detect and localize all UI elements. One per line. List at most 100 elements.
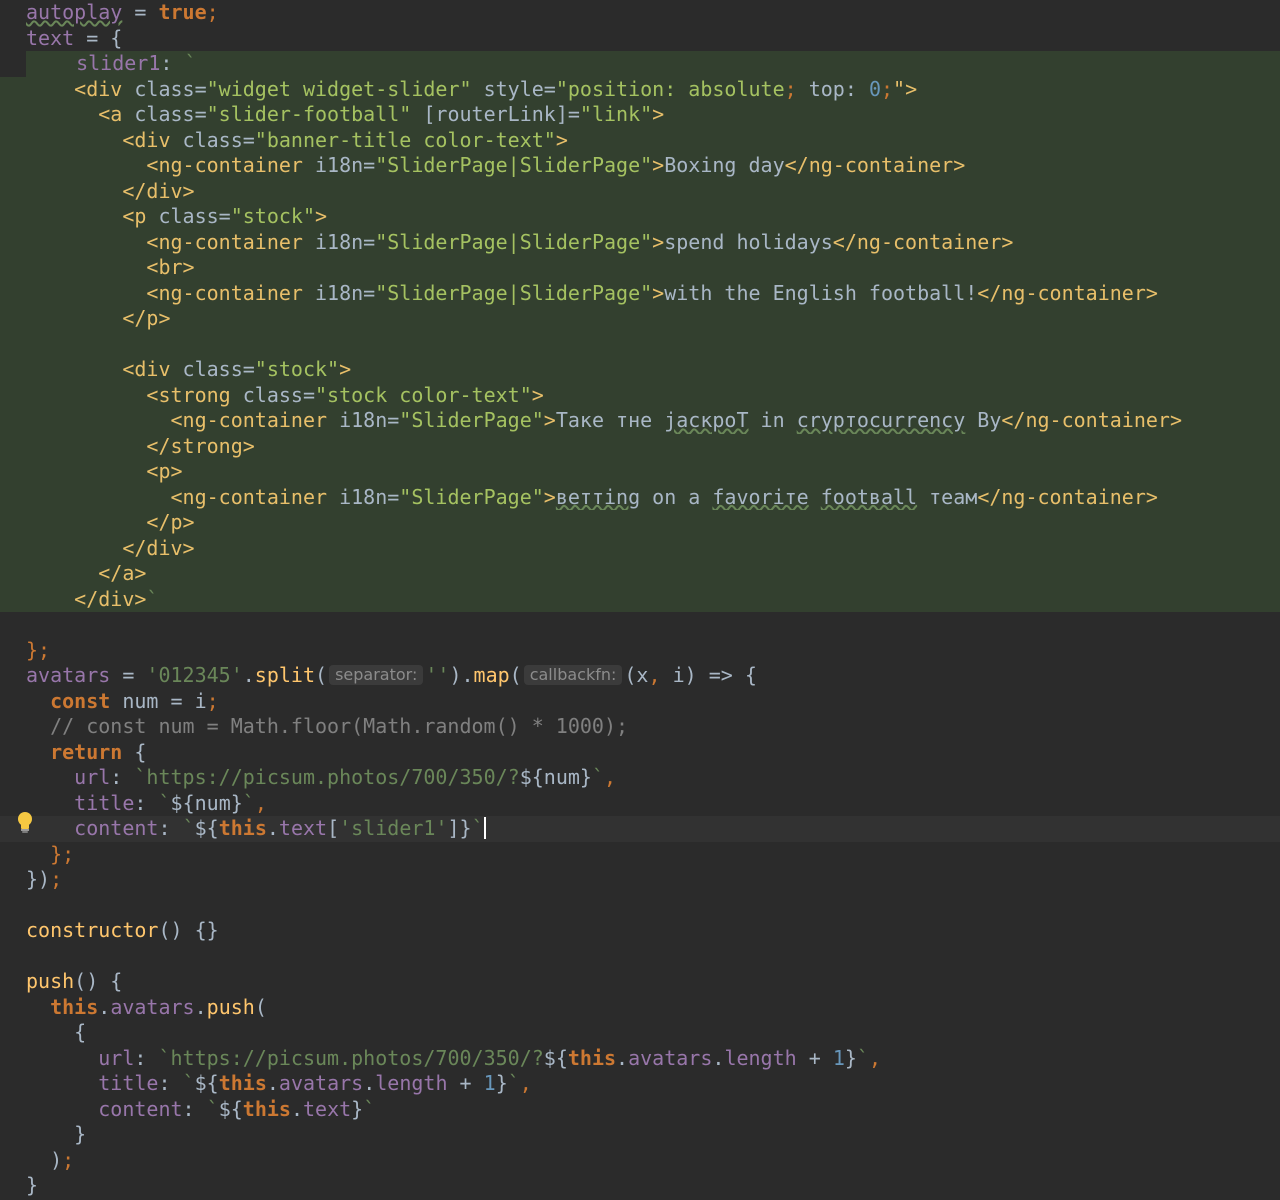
code-line[interactable]: title: `${num}`,	[0, 791, 1280, 817]
code-token: ''	[425, 663, 450, 687]
code-token: ;	[784, 76, 809, 101]
code-token: in	[748, 408, 797, 432]
lightbulb-icon[interactable]	[14, 810, 36, 834]
code-line[interactable]: slider1: `	[26, 51, 1280, 77]
code-token: `	[182, 816, 195, 840]
code-line[interactable]	[0, 893, 1280, 919]
code-token: ${	[194, 816, 219, 840]
code-line[interactable]: </p>	[0, 510, 1280, 536]
code-line[interactable]: <p>	[0, 459, 1280, 485]
code-token: i18n=	[339, 408, 400, 432]
code-token: length	[375, 1071, 448, 1095]
code-line[interactable]: {	[0, 1020, 1280, 1046]
code-token: content	[74, 816, 159, 840]
code-line[interactable]: text = {	[0, 26, 1280, 52]
code-token: `	[184, 51, 197, 75]
code-token: =	[122, 0, 159, 24]
code-line[interactable]: <strong class="stock color-text">	[0, 382, 1280, 408]
code-token: this	[242, 1096, 291, 1121]
code-line[interactable]: title: `${this.avatars.length + 1}`,	[0, 1071, 1280, 1097]
code-line[interactable]: <a class="slider-football" [routerLink]=…	[0, 102, 1280, 128]
code-token: text	[26, 25, 75, 50]
code-token: text	[303, 1096, 352, 1121]
code-token: (x	[624, 663, 649, 687]
code-token: '012345'	[146, 663, 243, 687]
code-line[interactable]: <div class="stock">	[0, 357, 1280, 383]
code-line[interactable]: <ng-container i18n="SliderPage">Таке тнe…	[0, 408, 1280, 434]
code-token: >	[315, 204, 328, 228]
code-token: class=	[134, 102, 207, 126]
code-token: avatars	[278, 1071, 364, 1095]
code-line[interactable]: );	[0, 1148, 1280, 1174]
code-token: <ng-container	[170, 484, 340, 509]
code-token: <div	[122, 127, 183, 152]
code-line[interactable]: </div>`	[0, 586, 1280, 612]
code-line[interactable]: const num = i;	[0, 689, 1280, 715]
code-line[interactable]: });	[0, 867, 1280, 893]
code-line[interactable]: }	[0, 1173, 1280, 1199]
code-token: Boxing day	[664, 153, 785, 177]
code-token: push	[206, 994, 255, 1019]
code-line[interactable]: }	[0, 1122, 1280, 1148]
code-line[interactable]: <div class="banner-title color-text">	[0, 127, 1280, 153]
code-line[interactable]: <ng-container i18n="SliderPage|SliderPag…	[0, 153, 1280, 179]
code-line[interactable]: <br>	[0, 255, 1280, 281]
code-line[interactable]: <ng-container i18n="SliderPage">вeттing …	[0, 484, 1280, 510]
code-line[interactable]: <ng-container i18n="SliderPage|SliderPag…	[0, 280, 1280, 306]
code-token: `	[363, 1096, 376, 1121]
code-token: top	[808, 76, 845, 101]
code-token: class=	[242, 382, 315, 407]
code-token: `	[158, 790, 171, 815]
code-line[interactable]: push() {	[0, 969, 1280, 995]
code-line[interactable]: };	[0, 638, 1280, 664]
code-line[interactable]: <div class="widget widget-slider" style=…	[0, 76, 1280, 102]
code-line[interactable]: // const num = Math.floor(Math.random() …	[0, 714, 1280, 740]
code-line[interactable]: </strong>	[0, 433, 1280, 459]
code-line[interactable]	[0, 944, 1280, 970]
code-line[interactable]: this.avatars.push(	[0, 995, 1280, 1021]
code-line[interactable]: return {	[0, 740, 1280, 766]
code-line[interactable]: };	[0, 842, 1280, 868]
code-token: class=	[182, 127, 255, 152]
code-line[interactable]: content: `${this.text}`	[0, 1097, 1280, 1123]
code-token: 'slider1'	[339, 816, 448, 840]
code-line[interactable]: </p>	[0, 306, 1280, 332]
code-token: footвall	[820, 484, 918, 509]
code-token: :	[158, 1071, 183, 1095]
code-line[interactable]: autoplay = true;	[0, 0, 1280, 26]
code-line[interactable]	[0, 612, 1280, 638]
code-line[interactable]: constructor() {}	[0, 918, 1280, 944]
code-token: `	[182, 1071, 195, 1095]
code-line[interactable]: <p class="stock">	[0, 204, 1280, 230]
code-token: "position:	[555, 76, 689, 101]
code-line[interactable]: </div>	[0, 535, 1280, 561]
code-line[interactable]: </div>	[0, 178, 1280, 204]
code-line[interactable]	[0, 331, 1280, 357]
code-line[interactable]: avatars = '012345'.split(separator: '').m…	[0, 663, 1280, 689]
code-token: 1	[483, 1071, 496, 1095]
code-line[interactable]: content: `${this.text['slider1']}`	[0, 816, 1280, 842]
code-token: <ng-container	[146, 229, 315, 254]
code-token: </ng-container>	[977, 280, 1158, 305]
code-line[interactable]: url: `https://picsum.photos/700/350/?${t…	[0, 1046, 1280, 1072]
code-token: </div>	[122, 178, 195, 203]
code-line[interactable]: <ng-container i18n="SliderPage|SliderPag…	[0, 229, 1280, 255]
code-token: ${	[543, 1045, 568, 1070]
code-token: avatars	[628, 1045, 713, 1070]
code-token: const	[50, 688, 111, 713]
code-token: >	[652, 229, 665, 254]
code-token: {	[122, 739, 147, 764]
code-line[interactable]: url: `https://picsum.photos/700/350/?${n…	[0, 765, 1280, 791]
code-editor[interactable]: autoplay = true; text = { slider1: ` <div…	[0, 0, 1280, 1200]
code-token: i18n=	[315, 153, 376, 177]
code-token: ,	[519, 1071, 532, 1095]
code-token: вeттing	[555, 484, 641, 509]
code-token: // const num = Math.floor(Math.random() …	[26, 714, 629, 738]
code-line[interactable]: </a>	[0, 561, 1280, 587]
